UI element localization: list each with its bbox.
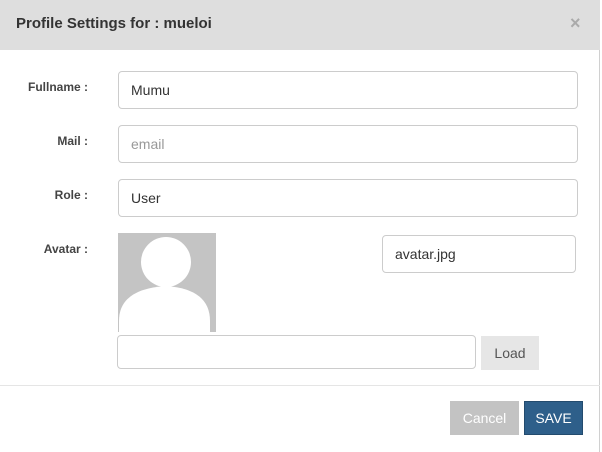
avatar-path-input[interactable] (117, 335, 476, 369)
mail-label: Mail : (57, 134, 88, 148)
fullname-input[interactable]: Mumu (118, 71, 578, 109)
avatar-filename: avatar.jpg (395, 246, 456, 262)
avatar-label: Avatar : (43, 242, 88, 256)
fullname-label: Fullname : (27, 80, 88, 94)
role-value: User (131, 190, 161, 206)
fullname-value: Mumu (131, 82, 170, 98)
avatar-filename-field[interactable]: avatar.jpg (382, 235, 576, 273)
user-silhouette-icon (118, 233, 216, 332)
load-button[interactable]: Load (481, 336, 539, 370)
close-icon[interactable]: × (570, 13, 581, 33)
avatar-image (118, 233, 216, 332)
cancel-button[interactable]: Cancel (450, 401, 519, 435)
profile-settings-modal: Profile Settings for : mueloi × Fullname… (0, 0, 600, 452)
modal-title: Profile Settings for : mueloi (16, 15, 212, 32)
save-button[interactable]: SAVE (524, 401, 583, 435)
modal-header: Profile Settings for : mueloi × (0, 0, 600, 50)
footer-divider (0, 385, 600, 386)
mail-placeholder: email (131, 136, 165, 152)
role-label: Role : (54, 188, 88, 202)
mail-input[interactable]: email (118, 125, 578, 163)
role-input[interactable]: User (118, 179, 578, 217)
